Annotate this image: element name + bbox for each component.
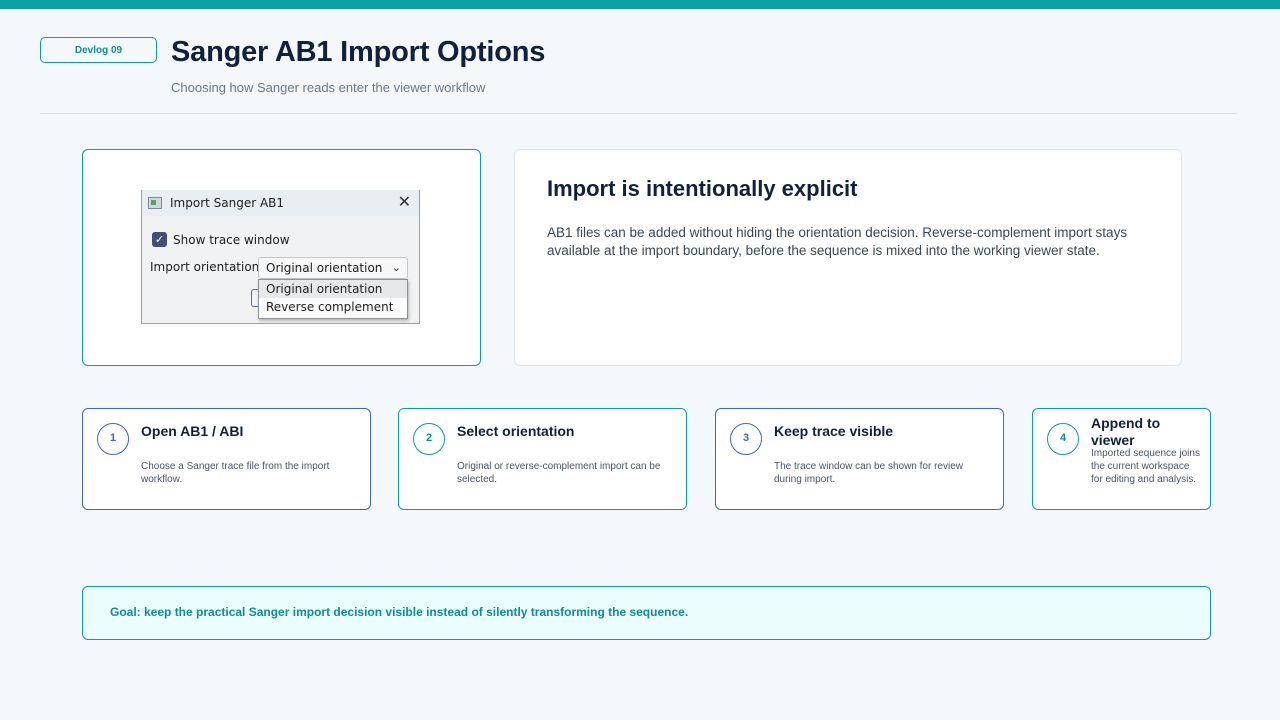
info-body: AB1 files can be added without hiding th… <box>547 225 1128 258</box>
step-title: Append to viewer <box>1091 415 1161 448</box>
app-window-icon <box>148 197 162 209</box>
step-card-4: 4 Append to viewer Imported sequence joi… <box>1032 408 1211 510</box>
close-icon[interactable]: ✕ <box>398 193 411 211</box>
step-description: Choose a Sanger trace file from the impo… <box>141 461 330 485</box>
dialog-screenshot-card: Import Sanger AB1 ✕ ✓ Show trace window … <box>82 149 481 366</box>
page-subtitle: Choosing how Sanger reads enter the view… <box>171 80 486 95</box>
orientation-label: Import orientation <box>150 260 260 274</box>
step-number: 4 <box>1047 423 1079 455</box>
top-accent-bar <box>0 0 1280 9</box>
dialog-title: Import Sanger AB1 <box>170 196 285 210</box>
orientation-select[interactable]: Original orientation ⌄ <box>258 257 408 279</box>
dialog-titlebar: Import Sanger AB1 ✕ <box>142 190 419 216</box>
step-title: Select orientation <box>457 423 575 439</box>
info-card: Import is intentionally explicit AB1 fil… <box>514 149 1182 366</box>
step-card-1: 1 Open AB1 / ABI Choose a Sanger trace f… <box>82 408 371 510</box>
step-number: 2 <box>413 423 445 455</box>
show-trace-label: Show trace window <box>173 232 290 247</box>
step-card-3: 3 Keep trace visible The trace window ca… <box>715 408 1004 510</box>
header-divider <box>40 113 1237 114</box>
goal-text: Goal: keep the practical Sanger import d… <box>110 605 689 619</box>
show-trace-row[interactable]: ✓ Show trace window <box>152 232 290 247</box>
orientation-dropdown: Original orientation Reverse complement <box>258 279 408 319</box>
info-title: Import is intentionally explicit <box>547 176 858 201</box>
step-description: The trace window can be shown for review… <box>774 461 963 485</box>
step-description: Original or reverse-complement import ca… <box>457 461 661 485</box>
step-number: 3 <box>730 423 762 455</box>
page-title: Sanger AB1 Import Options <box>171 36 546 68</box>
step-title: Open AB1 / ABI <box>141 423 244 439</box>
option-original-orientation[interactable]: Original orientation <box>259 280 407 298</box>
goal-banner: Goal: keep the practical Sanger import d… <box>82 586 1211 640</box>
devlog-badge: Devlog 09 <box>40 37 157 63</box>
chevron-down-icon: ⌄ <box>391 261 401 274</box>
option-reverse-complement[interactable]: Reverse complement <box>259 298 407 316</box>
step-description: Imported sequence joins the current work… <box>1091 448 1200 485</box>
step-number: 1 <box>97 423 129 455</box>
import-dialog: Import Sanger AB1 ✕ ✓ Show trace window … <box>141 190 420 324</box>
step-card-2: 2 Select orientation Original or reverse… <box>398 408 687 510</box>
step-title: Keep trace visible <box>774 423 894 439</box>
show-trace-checkbox[interactable]: ✓ <box>152 232 167 247</box>
orientation-select-value: Original orientation <box>266 261 383 275</box>
